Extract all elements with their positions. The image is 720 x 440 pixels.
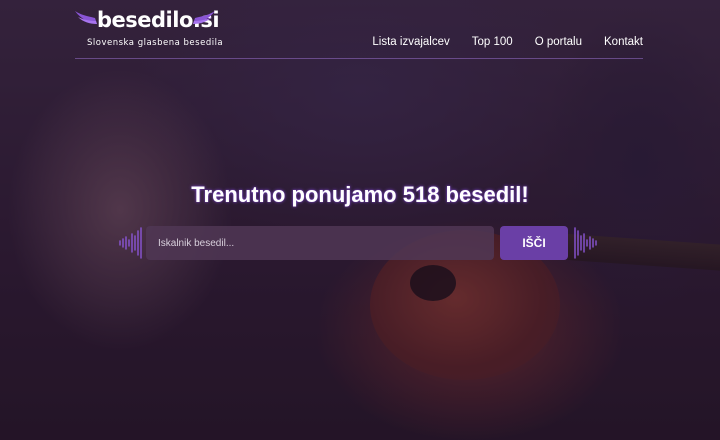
hero-headline: Trenutno ponujamo 518 besedil! (191, 182, 529, 207)
right-wing-icon (193, 11, 215, 24)
left-wing-icon (75, 11, 97, 24)
nav-item-about[interactable]: O portalu (535, 36, 582, 48)
nav-item-contact[interactable]: Kontakt (604, 36, 643, 48)
main-nav: Lista izvajalcev Top 100 O portalu Konta… (372, 36, 643, 48)
sound-wave-right-icon (574, 227, 597, 259)
hero-background (0, 0, 720, 440)
search-input[interactable] (146, 226, 494, 260)
search-button[interactable]: IŠČI (500, 226, 568, 260)
search-box (146, 226, 494, 260)
logo-tagline: Slovenska glasbena besedila (87, 38, 224, 48)
nav-item-top-100[interactable]: Top 100 (472, 36, 513, 48)
sound-wave-left-icon (119, 227, 142, 259)
nav-item-artist-list[interactable]: Lista izvajalcev (372, 36, 449, 48)
site-logo[interactable]: besedilo.si Slovenska glasbena besedila (75, 8, 225, 53)
background-overlay (0, 0, 720, 440)
site-header: besedilo.si Slovenska glasbena besedila … (75, 8, 643, 59)
